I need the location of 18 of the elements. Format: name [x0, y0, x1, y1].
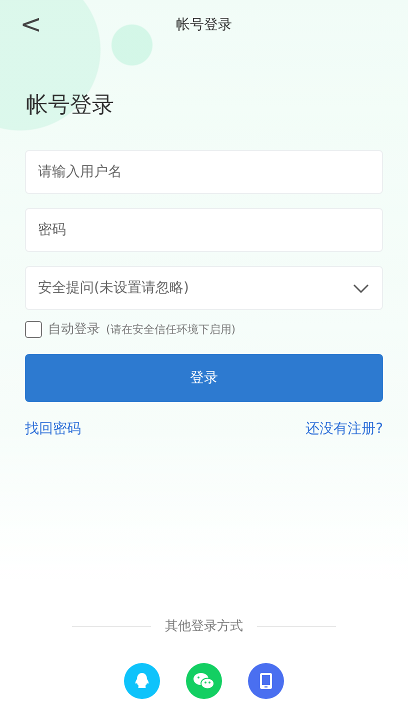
auto-login-label: 自动登录: [48, 321, 100, 338]
back-button[interactable]: <: [16, 10, 46, 40]
password-field[interactable]: 密码: [25, 208, 383, 252]
page-title: 帐号登录: [176, 16, 232, 34]
tablet-icon: [259, 672, 273, 690]
heading: 帐号登录: [26, 92, 115, 120]
chevron-down-icon: [353, 284, 369, 293]
register-link[interactable]: 还没有注册?: [306, 420, 383, 438]
security-question-select[interactable]: 安全提问(未设置请忽略): [25, 266, 383, 310]
forgot-password-link[interactable]: 找回密码: [25, 420, 81, 438]
login-button[interactable]: 登录: [25, 354, 383, 402]
checkbox[interactable]: [25, 320, 42, 338]
login-option-button[interactable]: [248, 663, 284, 699]
auto-login-hint: (请在安全信任环境下启用): [106, 322, 236, 336]
other-login-title: 其他登录方式: [165, 618, 243, 635]
chat-bubbles-icon: [193, 672, 215, 690]
username-field[interactable]: 请输入用户名: [25, 150, 383, 194]
penguin-icon: [134, 672, 150, 690]
